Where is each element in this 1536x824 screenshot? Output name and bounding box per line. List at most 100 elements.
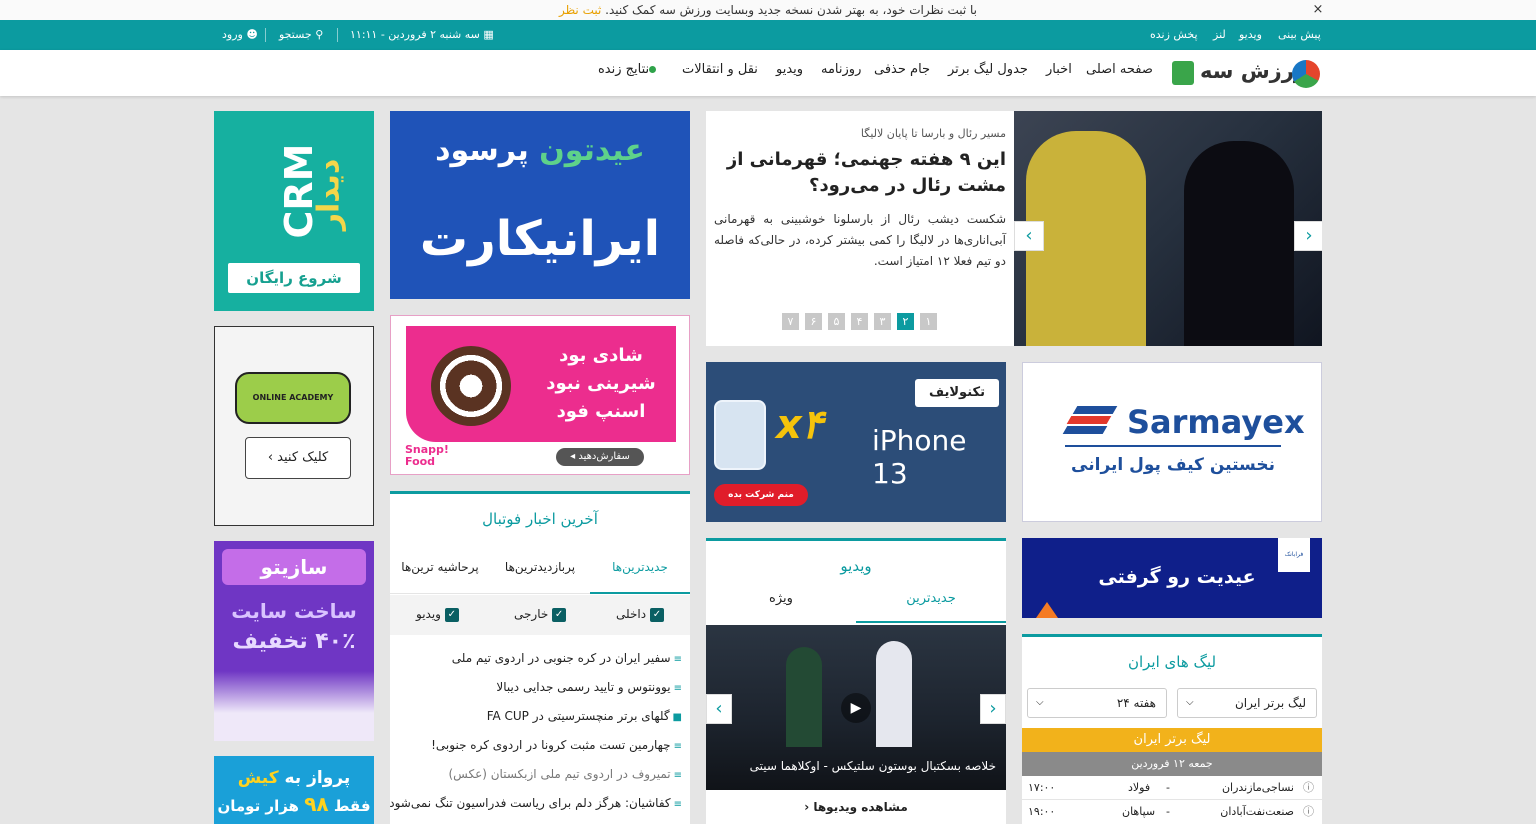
- hero-prev-button[interactable]: ‹: [1014, 221, 1044, 251]
- techno-cta: منم شرکت بده: [714, 484, 808, 506]
- hero-page[interactable]: ۷: [782, 313, 799, 330]
- ad-eid[interactable]: فرابانک عیدیت رو گرفتی: [1022, 538, 1322, 618]
- chevron-left-icon: ‹: [804, 800, 810, 814]
- info-icon[interactable]: ⓘ: [1303, 776, 1314, 800]
- chevron-left-icon: ‹: [715, 698, 723, 719]
- video-box: ویدیو جدیدترین ویژه ▶ خلاصه بسکتبال بوست…: [706, 538, 1006, 824]
- techno-brand: تکنولایف: [915, 379, 999, 407]
- login-link[interactable]: ورود ☻: [222, 20, 258, 50]
- player-green-shape: [786, 647, 822, 747]
- hero-page[interactable]: ۴: [851, 313, 868, 330]
- info-icon[interactable]: ⓘ: [1303, 800, 1314, 824]
- nav-home[interactable]: صفحه اصلی: [1086, 62, 1153, 77]
- eid-logo: فرابانک: [1278, 538, 1310, 572]
- news-item[interactable]: ≡چهارمین تست مثبت کرونا در اردوی کره جنو…: [431, 738, 682, 752]
- week-select[interactable]: هفته ۲۴ ⌵: [1027, 688, 1167, 718]
- filter-foreign[interactable]: ✓ خارجی: [514, 607, 567, 622]
- hero-page[interactable]: ۳: [874, 313, 891, 330]
- hero-page-active[interactable]: ۲: [897, 313, 914, 330]
- player-yellow-shape: [1026, 131, 1146, 346]
- nav-cup[interactable]: جام حذفی: [874, 62, 930, 77]
- tab-video-newest[interactable]: جدیدترین: [856, 591, 1006, 623]
- main-nav: نتایج زنده نقل و انتقالات ویدیو روزنامه …: [0, 50, 1536, 96]
- nav-live-results[interactable]: نتایج زنده: [598, 62, 661, 77]
- snapp-cta: سفارش‌دهید ◂: [556, 448, 644, 466]
- text-icon: ≡: [673, 683, 682, 694]
- date-display: ▦ سه شنبه ۲ فروردین - ۱۱:۱۱: [350, 28, 494, 41]
- player-dark-shape: [1184, 141, 1294, 346]
- topbar-link-lens[interactable]: لنز: [1213, 20, 1226, 50]
- ad-irankart[interactable]: عیدتون پرسود ایرانیکارت: [390, 111, 690, 299]
- video-next-button[interactable]: ›: [980, 694, 1006, 724]
- ad-kish[interactable]: پرواز به کیش فقط ۹۸ هزار تومان: [214, 756, 374, 824]
- hero-title[interactable]: این ۹ هفته جهنمی؛ قهرمانی از مشت رئال در…: [716, 147, 1006, 199]
- match-row[interactable]: ⓘ نساجی‌مازندران - فولاد ۱۷:۰۰: [1022, 776, 1322, 800]
- ad-snappfood[interactable]: شادی بود شیرینی نبود اسنپ فود Snapp! Foo…: [390, 315, 690, 475]
- match-home: صنعت‌نفت‌آبادان: [1220, 805, 1294, 818]
- close-icon[interactable]: ×: [1312, 0, 1324, 20]
- play-icon[interactable]: ▶: [841, 693, 871, 723]
- video-prev-button[interactable]: ‹: [706, 694, 732, 724]
- nav-transfers[interactable]: نقل و انتقالات: [682, 62, 758, 77]
- ad-sazito[interactable]: سازیتو ساخت سایت ۴۰٪ تخفیف: [214, 541, 374, 741]
- match-row[interactable]: ⓘ صنعت‌نفت‌آبادان - سپاهان ۱۹:۰۰: [1022, 800, 1322, 824]
- league-band: لیگ برتر ایران: [1022, 728, 1322, 752]
- tab-video-special[interactable]: ویژه: [706, 591, 856, 623]
- search-link[interactable]: جستجو ⚲: [279, 20, 323, 50]
- user-icon: ☻: [246, 28, 258, 41]
- kish-line-2b: ۹۸: [304, 792, 329, 816]
- filter-video[interactable]: ✓ ویدیو: [416, 607, 459, 622]
- text-icon: ≡: [673, 654, 682, 665]
- ad-online-academy[interactable]: ONLINE ACADEMY کلیک کنید ›: [214, 326, 374, 526]
- tab-most-viewed[interactable]: پربازدیدترین‌ها: [490, 554, 590, 594]
- feedback-link[interactable]: ثبت نظر: [559, 3, 601, 17]
- hero-page[interactable]: ۱: [920, 313, 937, 330]
- nav-video[interactable]: ویدیو: [776, 62, 803, 77]
- techno-multiplier: x۴: [776, 402, 824, 448]
- kish-line-2a: فقط: [333, 797, 371, 815]
- news-item[interactable]: ≡سفیر ایران در کره جنوبی در اردوی تیم مل…: [452, 651, 682, 665]
- video-icon: ■: [672, 712, 682, 723]
- hero-summary: شکست دیشب رئال از بارسلونا خوشبینی به قه…: [714, 212, 1006, 268]
- nav-league-table[interactable]: جدول لیگ برتر: [948, 62, 1028, 77]
- news-item[interactable]: ≡یوونتوس و تایید رسمی جدایی دیبالا: [496, 680, 682, 694]
- ad-technolife[interactable]: تکنولایف x۴ iPhone 13 منم شرکت بده: [706, 362, 1006, 522]
- nav-news[interactable]: اخبار: [1046, 62, 1072, 77]
- sarmayex-divider: [1065, 445, 1281, 447]
- search-icon: ⚲: [315, 28, 324, 41]
- sarmayex-brand: Sarmayex: [1127, 403, 1305, 441]
- more-videos-link[interactable]: مشاهده ویدیوها ‹: [706, 800, 1006, 814]
- checkbox-icon: ✓: [649, 607, 664, 622]
- hero-kicker: مسیر رئال و بارسا تا پایان لالیگا: [860, 127, 1006, 140]
- eid-text: عیدیت رو گرفتی: [1098, 566, 1256, 588]
- irankart-top-a: عیدتون: [539, 133, 645, 168]
- latest-news-box: آخرین اخبار فوتبال جدیدترین‌ها پربازدیدت…: [390, 491, 690, 824]
- nav-newspaper[interactable]: روزنامه: [821, 62, 861, 77]
- ad-sarmayex[interactable]: Sarmayex نخستین کیف پول ایرانی: [1022, 362, 1322, 522]
- snapp-line-1: شادی بود: [559, 345, 643, 366]
- news-tabs: جدیدترین‌ها پربازدیدترین‌ها پرحاشیه ترین…: [390, 554, 690, 594]
- tab-newest[interactable]: جدیدترین‌ها: [590, 554, 690, 594]
- topbar-link-live[interactable]: پخش زنده: [1150, 20, 1198, 50]
- video-thumbnail[interactable]: ▶ خلاصه بسکتبال بوستون سلتیکس - اوکلاهما…: [706, 625, 1006, 790]
- logo-ball-icon: [1292, 60, 1320, 88]
- news-item[interactable]: ≡کفاشیان: هرگز دلم برای ریاست فدراسیون ت…: [390, 796, 682, 810]
- site-logo[interactable]: ورزش سه: [1172, 59, 1322, 88]
- topbar-link-prediction[interactable]: پیش بینی: [1278, 20, 1321, 50]
- ad-crm[interactable]: CRM دیدار شروع رایگان: [214, 111, 374, 311]
- hero-image[interactable]: [1014, 111, 1322, 346]
- snapp-line-3: اسنپ فود: [556, 401, 646, 422]
- news-item[interactable]: ■گلهای برتر منچسترسیتی در FA CUP: [487, 709, 682, 723]
- kish-line-1b: کیش: [237, 768, 279, 788]
- filter-domestic[interactable]: ✓ داخلی: [616, 607, 664, 622]
- match-home: نساجی‌مازندران: [1221, 781, 1294, 794]
- text-icon: ≡: [673, 799, 682, 810]
- hero-page[interactable]: ۵: [828, 313, 845, 330]
- hero-page[interactable]: ۶: [805, 313, 822, 330]
- league-select[interactable]: لیگ برتر ایران ⌵: [1177, 688, 1317, 718]
- academy-cta: کلیک کنید ›: [245, 437, 351, 479]
- news-item[interactable]: ≡تمیروف در اردوی تیم ملی ازبکستان (عکس): [448, 767, 682, 781]
- topbar-link-video[interactable]: ویدیو: [1239, 20, 1262, 50]
- hero-next-button[interactable]: ›: [1294, 221, 1322, 251]
- tab-most-controversial[interactable]: پرحاشیه ترین‌ها: [390, 554, 490, 594]
